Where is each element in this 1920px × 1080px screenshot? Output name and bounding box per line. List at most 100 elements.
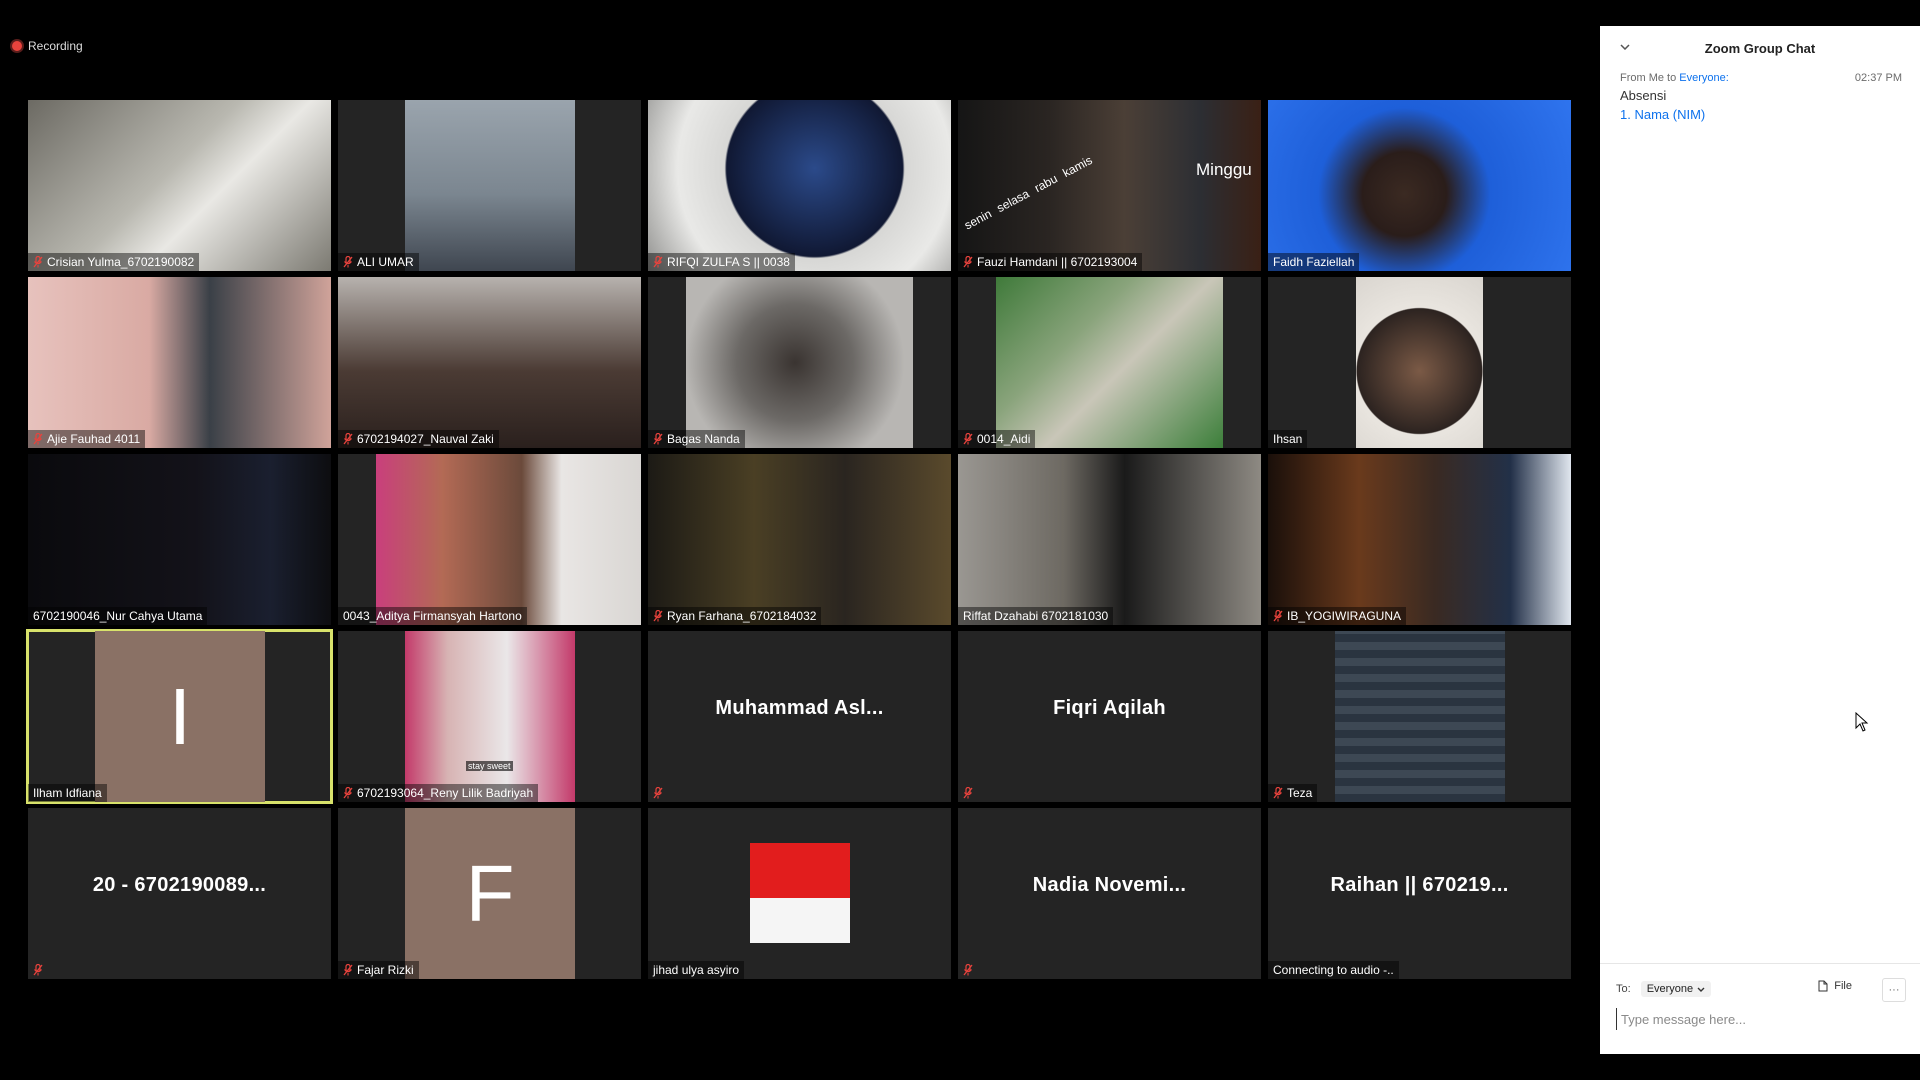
participant-name: ALI UMAR xyxy=(357,255,414,269)
participant-video xyxy=(1356,277,1483,448)
participant-name: jihad ulya asyiro xyxy=(653,963,740,977)
mic-muted-icon xyxy=(963,433,973,445)
participant-name: Ryan Farhana_6702184032 xyxy=(667,609,817,623)
more-options-button[interactable]: ··· xyxy=(1882,978,1906,1002)
participant-tile[interactable]: Muhammad Asl... xyxy=(648,631,951,802)
participant-display-name: Nadia Novemi... xyxy=(1032,874,1187,896)
participant-name: Crisian Yulma_6702190082 xyxy=(47,255,195,269)
file-button[interactable]: File xyxy=(1818,980,1852,992)
participant-tile[interactable]: Riffat Dzahabi 6702181030 xyxy=(958,454,1261,625)
message-input[interactable] xyxy=(1616,1008,1904,1030)
participant-name: Ilham Idfiana xyxy=(33,786,102,800)
participant-name-bar: 6702193064_Reny Lilik Badriyah xyxy=(338,784,539,802)
participant-tile[interactable]: Fiqri Aqilah xyxy=(958,631,1261,802)
participant-video xyxy=(28,454,331,625)
participant-video xyxy=(28,277,331,448)
participant-name-bar: Connecting to audio -.. xyxy=(1268,961,1399,979)
to-label: To: xyxy=(1616,983,1631,995)
participant-name: Ihsan xyxy=(1273,432,1303,446)
video-overlay-caption: stay sweet xyxy=(466,761,513,771)
participant-name: Riffat Dzahabi 6702181030 xyxy=(963,609,1109,623)
participant-video xyxy=(648,100,951,271)
participant-name-bar: 6702194027_Nauval Zaki xyxy=(338,430,499,448)
participant-tile[interactable]: Minggu senin selasa rabu kamis Fauzi Hamdani … xyxy=(958,100,1261,271)
participant-video xyxy=(1268,454,1571,625)
message-recipient[interactable]: Everyone: xyxy=(1679,72,1729,84)
message-time: 02:37 PM xyxy=(1854,72,1902,84)
mic-muted-icon xyxy=(33,964,43,976)
participant-video xyxy=(376,454,641,625)
chat-title: Zoom Group Chat xyxy=(1704,40,1816,56)
participant-tile[interactable]: Ihsan xyxy=(1268,277,1571,448)
participant-name-bar xyxy=(648,784,672,802)
participant-tile[interactable]: Ryan Farhana_6702184032 xyxy=(648,454,951,625)
recording-label: Recording xyxy=(28,39,83,53)
participant-name-bar: IB_YOGIWIRAGUNA xyxy=(1268,607,1407,625)
participant-name-bar: Fauzi Hamdani || 6702193004 xyxy=(958,253,1143,271)
participant-tile[interactable]: 6702194027_Nauval Zaki xyxy=(338,277,641,448)
participant-name: Fajar Rizki xyxy=(357,963,414,977)
mic-muted-icon xyxy=(653,433,663,445)
participant-display-name: 20 - 6702190089... xyxy=(92,874,267,896)
participant-name-bar: Bagas Nanda xyxy=(648,430,745,448)
chat-header: Zoom Group Chat xyxy=(1600,26,1920,70)
participant-avatar: I xyxy=(95,631,265,802)
participant-video xyxy=(338,277,641,448)
message-line-1: Absensi xyxy=(1620,88,1667,103)
participant-name: IB_YOGIWIRAGUNA xyxy=(1287,609,1402,623)
participant-tile[interactable]: I Ilham Idfiana xyxy=(26,629,333,804)
participant-name-bar: Ajie Fauhad 4011 xyxy=(28,430,146,448)
participant-video xyxy=(958,454,1261,625)
mic-muted-icon xyxy=(33,433,43,445)
participant-name-bar xyxy=(28,961,52,979)
chevron-down-icon[interactable] xyxy=(1618,40,1632,54)
participant-tile[interactable]: IB_YOGIWIRAGUNA xyxy=(1268,454,1571,625)
recording-indicator[interactable]: Recording xyxy=(12,38,83,54)
participant-name: Faidh Faziellah xyxy=(1273,255,1355,269)
participant-tile[interactable]: Raihan || 670219... Connecting to audio -… xyxy=(1268,808,1571,979)
participant-name-bar: Teza xyxy=(1268,784,1318,802)
mic-muted-icon xyxy=(343,256,353,268)
participant-tile[interactable]: Nadia Novemi... xyxy=(958,808,1261,979)
participant-name: Connecting to audio -.. xyxy=(1273,963,1394,977)
participant-tile[interactable]: stay sweet 6702193064_Reny Lilik Badriyah xyxy=(338,631,641,802)
message-line-2: 1. Nama (NIM) xyxy=(1620,105,1902,124)
mic-muted-icon xyxy=(343,964,353,976)
participant-name-bar: 0043_Aditya Firmansyah Hartono xyxy=(338,607,527,625)
participant-name: Fauzi Hamdani || 6702193004 xyxy=(977,255,1138,269)
participant-tile[interactable]: 20 - 6702190089... xyxy=(28,808,331,979)
participant-video xyxy=(28,100,331,271)
participant-name-bar: Crisian Yulma_6702190082 xyxy=(28,253,200,271)
record-icon xyxy=(12,41,22,51)
participant-tile[interactable]: 6702190046_Nur Cahya Utama xyxy=(28,454,331,625)
participant-tile[interactable]: Bagas Nanda xyxy=(648,277,951,448)
chat-message: From Me to Everyone: 02:37 PM Absensi 1.… xyxy=(1620,72,1902,124)
participant-tile[interactable]: 0014_Aidi xyxy=(958,277,1261,448)
participant-name-bar: Ihsan xyxy=(1268,430,1308,448)
participant-tile[interactable]: F Fajar Rizki xyxy=(338,808,641,979)
participant-name: RIFQI ZULFA S || 0038 xyxy=(667,255,790,269)
participant-tile[interactable]: ALI UMAR xyxy=(338,100,641,271)
participant-name-bar: ALI UMAR xyxy=(338,253,419,271)
participant-tile[interactable]: Faidh Faziellah xyxy=(1268,100,1571,271)
recipient-select[interactable]: Everyone xyxy=(1640,981,1712,997)
participant-tile[interactable]: Teza xyxy=(1268,631,1571,802)
mic-muted-icon xyxy=(343,433,353,445)
chat-footer: To: Everyone File ··· xyxy=(1600,963,1920,1054)
mic-muted-icon xyxy=(653,256,663,268)
mic-muted-icon xyxy=(33,256,43,268)
file-label: File xyxy=(1834,980,1852,992)
participant-tile[interactable]: Crisian Yulma_6702190082 xyxy=(28,100,331,271)
participant-tile[interactable]: 0043_Aditya Firmansyah Hartono xyxy=(338,454,641,625)
participant-tile[interactable]: Ajie Fauhad 4011 xyxy=(28,277,331,448)
participant-video xyxy=(958,100,1261,271)
participant-video xyxy=(1268,100,1571,271)
participant-tile[interactable]: RIFQI ZULFA S || 0038 xyxy=(648,100,951,271)
participant-name-bar xyxy=(958,784,982,802)
participant-tile[interactable]: jihad ulya asyiro xyxy=(648,808,951,979)
participant-video xyxy=(750,843,850,943)
participant-display-name: Fiqri Aqilah xyxy=(1053,697,1166,719)
participant-name: 6702190046_Nur Cahya Utama xyxy=(33,609,203,623)
participant-name-bar: 6702190046_Nur Cahya Utama xyxy=(28,607,208,625)
participant-name-bar: RIFQI ZULFA S || 0038 xyxy=(648,253,795,271)
